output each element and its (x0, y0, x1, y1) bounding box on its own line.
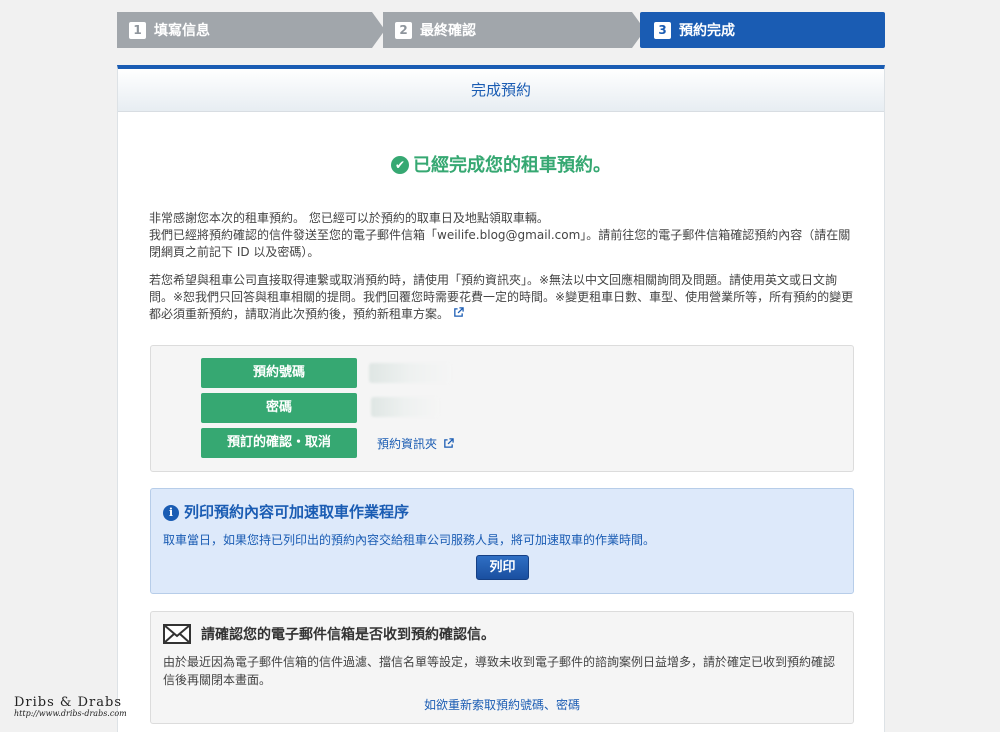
contact-text: 若您希望與租車公司直接取得連繫或取消預約時，請使用「預約資訊夾」。※無法以中文回… (149, 273, 854, 321)
step-number: 1 (129, 21, 146, 39)
booking-number-value (369, 363, 451, 383)
email-check-title-text: 請確認您的電子郵件信箱是否收到預約確認信。 (201, 627, 495, 643)
panel-title: 完成預約 (118, 69, 884, 112)
completion-heading: ✔ 已經完成您的租車預約。 (118, 151, 884, 177)
watermark-url: http://www.dribs-drabs.com (14, 709, 127, 718)
print-notice-body: 取車當日，如果您持已列印出的預約內容交給租車公司服務人員，將可加速取車的作業時間… (163, 533, 656, 547)
print-notice-title-text: 列印預約內容可加速取車作業程序 (184, 503, 410, 521)
main-panel: 完成預約 ✔ 已經完成您的租車預約。 非常感謝您本次的租車預約。 您已經可以於預約… (117, 65, 885, 732)
step-label: 最終確認 (420, 23, 476, 39)
resend-credentials-link[interactable]: 如欲重新索取預約號碼、密碼 (151, 696, 853, 713)
step-label: 填寫信息 (154, 23, 210, 39)
envelope-icon (163, 624, 191, 644)
confirm-cancel-label: 預訂的確認・取消 (201, 428, 357, 458)
external-link-icon[interactable] (453, 306, 464, 323)
print-notice-title: i 列印預約內容可加速取車作業程序 (163, 501, 409, 522)
email-check-box: 請確認您的電子郵件信箱是否收到預約確認信。 由於最近因為電子郵件信箱的信件過濾、… (150, 611, 854, 724)
email-check-title: 請確認您的電子郵件信箱是否收到預約確認信。 (163, 624, 495, 644)
print-notice-box: i 列印預約內容可加速取車作業程序 取車當日，如果您持已列印出的預約內容交給租車公… (150, 488, 854, 594)
booking-folder-link[interactable]: 預約資訊夾 (377, 435, 454, 452)
step-fill-info: 1 填寫信息 (117, 12, 385, 48)
check-circle-icon: ✔ (391, 156, 409, 174)
step-booking-complete: 3 預約完成 (640, 12, 885, 48)
email-check-body: 由於最近因為電子郵件信箱的信件過濾、擋信名單等設定，導致未收到電子郵件的諮詢案例… (163, 655, 836, 687)
step-number: 2 (395, 21, 412, 39)
password-label: 密碼 (201, 393, 357, 423)
booking-folder-link-text[interactable]: 預約資訊夾 (377, 437, 437, 451)
thanks-paragraph: 非常感謝您本次的租車預約。 您已經可以於預約的取車日及地點領取車輛。 我們已經將… (149, 210, 855, 261)
email-sent-line: 我們已經將預約確認的信件發送至您的電子郵件信箱「weilife.blog@gma… (149, 228, 851, 259)
watermark: Dribs & Drabs http://www.dribs-drabs.com (14, 695, 154, 718)
step-number: 3 (654, 21, 671, 39)
contact-paragraph: 若您希望與租車公司直接取得連繫或取消預約時，請使用「預約資訊夾」。※無法以中文回… (149, 272, 855, 323)
external-link-icon[interactable] (443, 438, 454, 449)
info-icon: i (163, 505, 179, 521)
watermark-title: Dribs & Drabs (14, 695, 123, 710)
step-label: 預約完成 (679, 23, 735, 39)
booking-info-box: 預約號碼 密碼 預訂的確認・取消 預約資訊夾 (150, 345, 854, 472)
booking-number-label: 預約號碼 (201, 358, 357, 388)
progress-steps: 1 填寫信息 2 最終確認 3 預約完成 (117, 12, 885, 48)
completion-text: 已經完成您的租車預約。 (413, 155, 611, 176)
thanks-line: 非常感謝您本次的租車預約。 您已經可以於預約的取車日及地點領取車輛。 (149, 211, 549, 225)
print-button[interactable]: 列印 (476, 555, 529, 580)
password-value (371, 397, 439, 417)
step-final-confirm: 2 最終確認 (383, 12, 645, 48)
